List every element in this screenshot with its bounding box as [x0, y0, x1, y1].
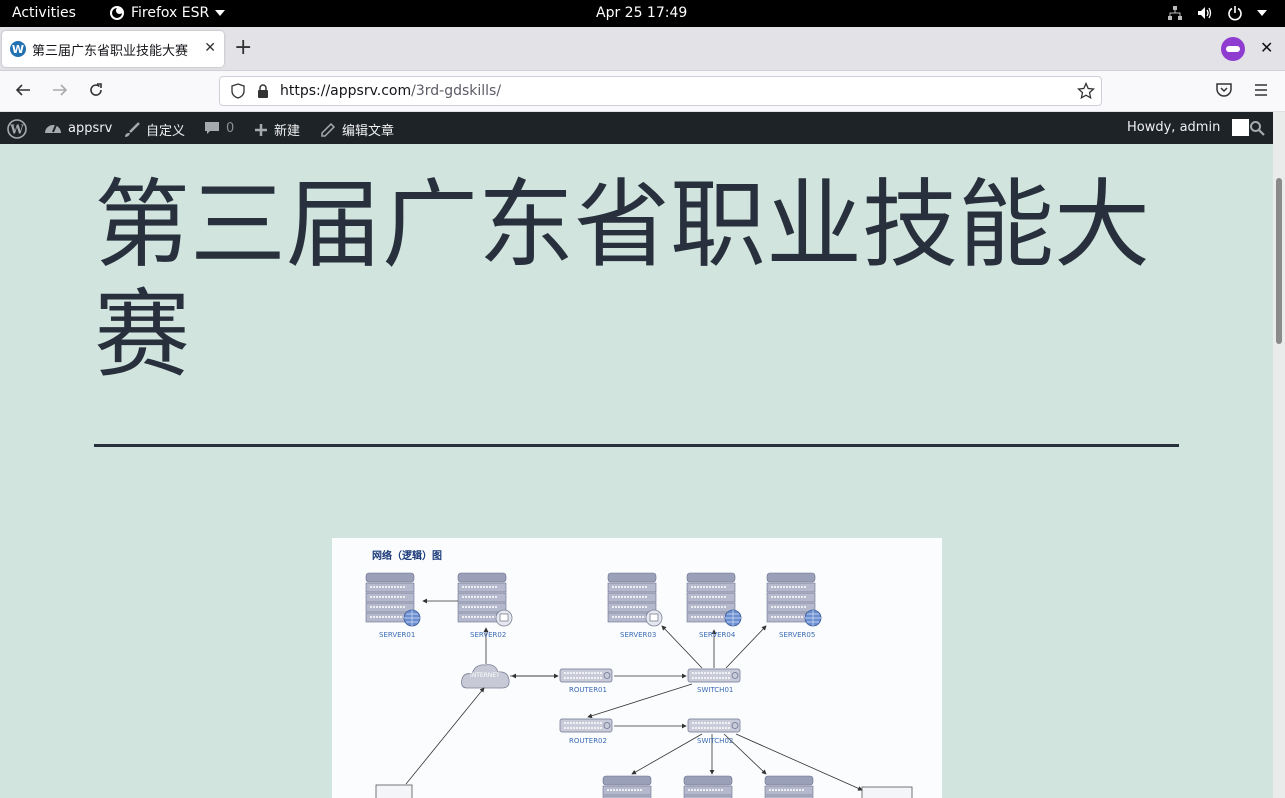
server02-node — [457, 572, 513, 627]
forward-button[interactable] — [51, 81, 69, 104]
forward-arrow-icon — [53, 84, 68, 96]
url-path: /3rd-gdskills/ — [411, 83, 502, 99]
server02-label: SERVER02 — [470, 631, 507, 639]
tab-title: 第三届广东省职业技能大赛 — [32, 43, 189, 59]
wp-edit-post-link[interactable]: 编辑文章 — [320, 120, 394, 139]
system-top-bar: Activities Firefox ESR Apr 25 17:49 — [0, 0, 1285, 27]
client-pc-node — [861, 786, 913, 798]
wp-logo-menu[interactable]: W — [7, 119, 27, 139]
wp-site-menu[interactable]: appsrv — [44, 120, 112, 136]
lock-icon[interactable] — [256, 83, 270, 99]
wp-search-button[interactable] — [1249, 120, 1265, 136]
avatar — [1232, 119, 1250, 136]
server05-label: SERVER05 — [779, 631, 816, 639]
close-icon[interactable]: ✕ — [204, 40, 216, 56]
server01-node — [365, 572, 421, 627]
server01-label: SERVER01 — [379, 631, 416, 639]
pencil-icon — [321, 122, 336, 137]
plus-icon — [255, 123, 267, 136]
firefox-icon — [110, 6, 124, 20]
wp-customize-link[interactable]: 自定义 — [124, 120, 185, 139]
howdy-text: Howdy, admin — [1127, 120, 1221, 135]
post-title: 第三届广东省职业技能大赛 — [94, 169, 1150, 391]
reload-button[interactable] — [87, 81, 105, 104]
bottom-server-node — [683, 775, 733, 798]
back-arrow-icon — [15, 84, 30, 96]
svg-text:W: W — [9, 123, 24, 137]
client-pc-node — [375, 784, 413, 798]
title-divider — [94, 444, 1179, 447]
bottom-server-node — [764, 775, 814, 798]
customize-label: 自定义 — [146, 124, 186, 139]
private-browsing-icon — [1221, 37, 1245, 61]
switch02-label: SWITCH02 — [697, 737, 734, 745]
url-host: https://appsrv.com — [280, 83, 412, 99]
url-text: https://appsrv.com/3rd-gdskills/ — [280, 83, 501, 99]
window-close-button[interactable]: ✕ — [1260, 38, 1273, 57]
wordpress-icon: W — [7, 119, 27, 139]
brush-icon — [125, 121, 140, 137]
browser-tab-active[interactable]: W 第三届广东省职业技能大赛 ✕ — [2, 31, 224, 67]
pocket-button[interactable] — [1215, 81, 1233, 104]
reload-icon — [90, 83, 102, 96]
router01-label: ROUTER01 — [569, 686, 607, 694]
server04-label: SERVER04 — [699, 631, 736, 639]
router01-node — [559, 668, 613, 683]
wordpress-icon: W — [10, 41, 26, 57]
wp-admin-bar: W appsrv 自定义 0 新建 编辑文章 Howdy, admin — [0, 112, 1273, 144]
network-icon — [1168, 6, 1182, 20]
server05-node — [766, 572, 822, 627]
system-tray[interactable] — [1167, 5, 1267, 21]
site-name: appsrv — [68, 120, 113, 136]
server03-node — [607, 572, 663, 627]
hamburger-menu-icon — [1255, 84, 1267, 96]
app-menu[interactable]: Firefox ESR — [109, 5, 226, 21]
navigation-toolbar: https://appsrv.com/3rd-gdskills/ — [0, 71, 1285, 112]
app-name: Firefox ESR — [131, 5, 210, 21]
pocket-icon — [1216, 83, 1232, 97]
wp-new-content-menu[interactable]: 新建 — [254, 120, 300, 139]
server04-node — [686, 572, 742, 627]
switch01-label: SWITCH01 — [697, 686, 734, 694]
internet-label: INTERNET — [470, 672, 500, 679]
chevron-down-icon — [215, 10, 226, 16]
wp-account-menu[interactable]: Howdy, admin — [1127, 119, 1250, 136]
switch01-node — [687, 668, 741, 683]
url-bar[interactable]: https://appsrv.com/3rd-gdskills/ — [219, 76, 1102, 106]
back-button[interactable] — [14, 81, 32, 104]
shield-icon[interactable] — [230, 83, 246, 99]
new-label: 新建 — [274, 124, 301, 139]
dashboard-icon — [45, 124, 61, 133]
page-scrollbar[interactable] — [1273, 112, 1285, 798]
network-diagram-image: 网络（逻辑）图 SERVER01 SERVER02 SERVER03 SERVE… — [332, 538, 942, 798]
bookmark-star-icon[interactable] — [1077, 82, 1095, 100]
activities-button[interactable]: Activities — [12, 5, 76, 21]
chevron-down-icon — [1257, 10, 1267, 16]
network-diagram — [365, 572, 913, 798]
router02-node — [559, 718, 613, 733]
clock[interactable]: Apr 25 17:49 — [596, 5, 687, 21]
volume-icon — [1198, 7, 1212, 19]
switch02-node — [687, 718, 741, 733]
edit-post-label: 编辑文章 — [342, 124, 395, 139]
tab-bar: W 第三届广东省职业技能大赛 ✕ + ✕ — [0, 27, 1285, 71]
comments-count: 0 — [226, 120, 235, 136]
router02-label: ROUTER02 — [569, 737, 607, 745]
search-icon — [1250, 121, 1265, 136]
wp-comments-link[interactable]: 0 — [204, 120, 234, 136]
menu-button[interactable] — [1252, 81, 1270, 104]
comment-icon — [205, 122, 219, 134]
server03-label: SERVER03 — [620, 631, 657, 639]
bottom-server-node — [602, 775, 652, 798]
new-tab-button[interactable]: + — [234, 36, 252, 60]
scrollbar-thumb[interactable] — [1276, 178, 1282, 344]
power-icon — [1228, 6, 1242, 21]
